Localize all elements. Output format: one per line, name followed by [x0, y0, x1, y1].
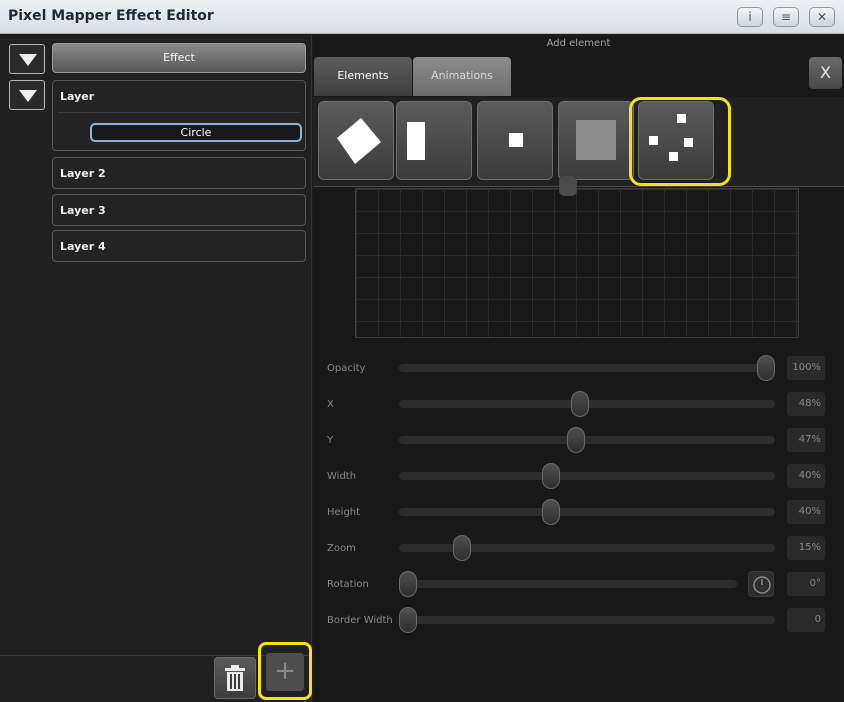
property-label: Y — [327, 435, 334, 446]
menu-button[interactable]: ≡ — [773, 7, 799, 27]
close-panel-button[interactable]: X — [809, 57, 842, 89]
slider-thumb[interactable] — [567, 427, 586, 453]
property-label: Border Width — [327, 615, 393, 626]
trash-icon — [225, 665, 245, 691]
rotated-square-icon — [337, 118, 381, 164]
element-palette — [313, 97, 844, 187]
layer-label: Layer 4 — [60, 240, 106, 253]
effect-button[interactable]: Effect — [52, 43, 306, 73]
tab-animations[interactable]: Animations — [413, 57, 511, 96]
property-value[interactable]: 100% — [787, 356, 825, 380]
pixel-mapper-window: Pixel Mapper Effect Editor i ≡ ✕ Effect … — [0, 0, 844, 702]
property-label: Opacity — [327, 363, 366, 374]
element-circle[interactable]: Circle — [90, 123, 302, 142]
property-label: Zoom — [327, 543, 356, 554]
property-value[interactable]: 0° — [787, 572, 825, 596]
slider-thumb[interactable] — [399, 607, 417, 633]
property-label: Height — [327, 507, 361, 518]
small-square-icon — [509, 133, 523, 147]
slider-track[interactable] — [399, 508, 775, 516]
element-large-square[interactable] — [558, 101, 634, 180]
window-close-button[interactable]: ✕ — [809, 7, 835, 27]
info-button[interactable]: i — [737, 7, 763, 27]
plus-icon: + — [266, 653, 304, 691]
property-label: Rotation — [327, 579, 369, 590]
layer-label: Layer 3 — [60, 204, 106, 217]
layer-divider — [58, 112, 300, 113]
add-element-panel: Add element Elements Animations X Opacit… — [313, 35, 844, 702]
clock-icon — [753, 576, 771, 594]
property-value[interactable]: 48% — [787, 392, 825, 416]
close-icon: ✕ — [816, 10, 828, 24]
layer-item-2[interactable]: Layer 2 — [52, 157, 306, 189]
slider-track[interactable] — [399, 436, 775, 444]
slider-thumb[interactable] — [757, 355, 775, 381]
slider-thumb[interactable] — [399, 571, 417, 597]
info-icon: i — [748, 10, 752, 24]
selected-element-highlight — [629, 97, 731, 186]
large-square-icon — [576, 120, 616, 160]
menu-icon: ≡ — [780, 10, 792, 24]
layer-item-4[interactable]: Layer 4 — [52, 230, 306, 262]
property-label: X — [327, 399, 334, 410]
layer-label: Layer — [60, 90, 95, 103]
property-value[interactable]: 15% — [787, 536, 825, 560]
pixel-grid-canvas[interactable] — [355, 188, 799, 338]
collapse-effect-button[interactable] — [9, 44, 45, 74]
property-value[interactable]: 47% — [787, 428, 825, 452]
canvas-handle[interactable] — [559, 176, 577, 196]
element-rotated-square[interactable] — [318, 101, 394, 180]
slider-track[interactable] — [399, 472, 775, 480]
property-label: Width — [327, 471, 357, 482]
layer-item-3[interactable]: Layer 3 — [52, 194, 306, 226]
property-value[interactable]: 0 — [787, 608, 825, 632]
element-bar[interactable] — [396, 101, 472, 180]
layer-label: Layer 2 — [60, 167, 106, 180]
slider-track[interactable] — [399, 580, 737, 588]
tab-elements[interactable]: Elements — [314, 57, 412, 96]
layer-panel: Effect Layer Circle Layer 2 Layer 3 Laye… — [0, 35, 312, 702]
slider-thumb[interactable] — [542, 499, 561, 525]
window-title: Pixel Mapper Effect Editor — [8, 8, 214, 24]
panel-header: Add element — [546, 38, 611, 49]
slider-thumb[interactable] — [542, 463, 561, 489]
slider-thumb[interactable] — [452, 535, 471, 561]
property-value[interactable]: 40% — [787, 464, 825, 488]
property-value[interactable]: 40% — [787, 500, 825, 524]
slider-thumb[interactable] — [570, 391, 589, 417]
title-bar: Pixel Mapper Effect Editor i ≡ ✕ — [0, 0, 844, 34]
properties-panel: Opacity 100% X 48% Y 47% Width 40% Height 40% Zoom… — [313, 341, 844, 702]
add-element-button[interactable]: + — [258, 642, 312, 700]
layer-item[interactable]: Layer Circle — [52, 80, 306, 151]
slider-track[interactable] — [399, 616, 775, 624]
collapse-layer-button[interactable] — [9, 80, 45, 110]
rotation-reset-button[interactable] — [748, 571, 774, 597]
slider-track[interactable] — [399, 364, 775, 372]
element-small-square[interactable] — [477, 101, 553, 180]
delete-button[interactable] — [214, 657, 256, 699]
bar-icon — [407, 122, 425, 160]
